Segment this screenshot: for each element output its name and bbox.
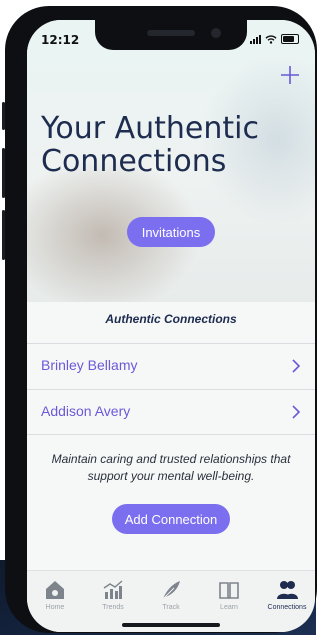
page-title: Your Authentic Connections [41,111,259,179]
speaker [147,30,195,36]
status-time: 12:12 [41,33,80,47]
tab-label: Trends [102,604,124,611]
tab-track[interactable]: Track [145,579,197,611]
volume-down-button [2,210,5,260]
book-icon [219,582,239,599]
home-icon [46,581,64,599]
tab-connections[interactable]: Connections [261,579,313,611]
tab-label: Connections [267,604,307,611]
connections-description: Maintain caring and trusted relationship… [51,452,291,483]
tab-label: Learn [220,604,238,611]
trends-chart-icon [103,580,123,599]
connection-name: Addison Avery [41,403,131,419]
connection-row-brinley-bellamy[interactable]: Brinley Bellamy [27,343,315,388]
status-icons [250,34,299,44]
chevron-right-icon [292,405,301,419]
chevron-right-icon [292,359,301,373]
people-icon [277,581,298,599]
wifi-icon [265,34,277,44]
mute-switch [2,102,5,130]
battery-icon [281,34,299,44]
tab-trends[interactable]: Trends [87,579,139,611]
tab-label: Track [162,604,180,611]
plus-icon[interactable] [279,64,301,86]
invitations-button[interactable]: Invitations [127,217,215,247]
add-connection-button[interactable]: Add Connection [112,504,230,534]
notch [95,20,247,50]
tab-learn[interactable]: Learn [203,579,255,611]
app-screen: 12:12 Your Authentic Connections Invitat… [27,20,315,632]
volume-up-button [2,148,5,198]
home-indicator [122,623,220,627]
section-title: Authentic Connections [105,312,237,326]
camera [211,28,221,38]
signal-icon [250,34,261,44]
feather-icon [162,581,180,600]
tab-label: Home [45,604,65,611]
tab-home[interactable]: Home [29,579,81,611]
connection-row-addison-avery[interactable]: Addison Avery [27,389,315,435]
connection-name: Brinley Bellamy [41,357,138,373]
phone-frame: 12:12 Your Authentic Connections Invitat… [2,6,317,633]
